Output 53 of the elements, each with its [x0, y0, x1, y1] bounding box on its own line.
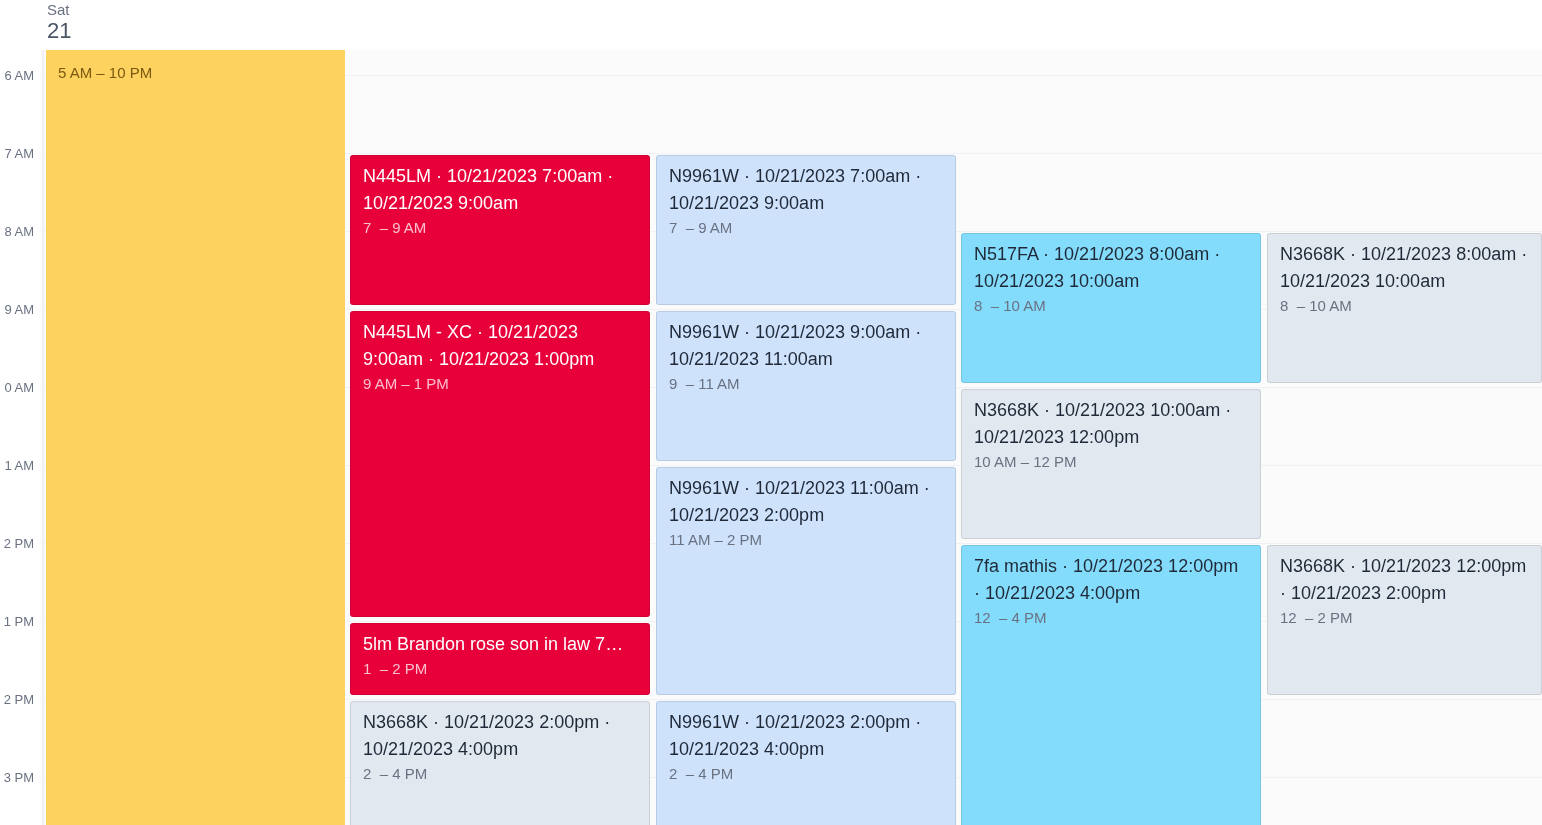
event-title: N9961W · 10/21/2023 9:00am · 10/21/2023 11:00am [669, 321, 923, 371]
event-card[interactable]: N3668K · 10/21/2023 12:00pm · 10/21/2023 2:00pm 12 – 2 PM [1267, 545, 1542, 695]
event-time: 9 AM – 1 PM [363, 374, 450, 394]
hour-label: 9 AM [4, 302, 34, 318]
event-card[interactable]: N445LM · 10/21/2023 7:00am · 10/21/2023 9:00am 7 – 9 AM [350, 155, 650, 305]
day-number: 21 [47, 18, 72, 44]
event-card[interactable]: N445LM - XC · 10/21/2023 9:00am · 10/21/2023 1:00pm 9 AM – 1 PM [350, 311, 650, 617]
event-title: 5lm Brandon rose son in law 7… [363, 633, 625, 656]
event-time: 5 AM – 10 PM [58, 63, 154, 83]
event-time: 7 – 9 AM [669, 218, 734, 238]
event-card[interactable]: N3668K · 10/21/2023 8:00am · 10/21/2023 10:00am 8 – 10 AM [1267, 233, 1542, 383]
event-title: N3668K · 10/21/2023 12:00pm · 10/21/2023 2:00pm [1280, 555, 1528, 605]
event-time: 8 – 10 AM [1280, 296, 1353, 316]
event-time: 1 – 2 PM [363, 659, 429, 679]
hour-label: 0 AM [4, 380, 34, 396]
event-title: 7fa mathis · 10/21/2023 12:00pm · 10/21/2023 4:00pm [974, 555, 1240, 605]
hour-label: 3 PM [3, 770, 34, 786]
event-time: 12 – 4 PM [974, 608, 1048, 628]
event-title: N3668K · 10/21/2023 2:00pm · 10/21/2023 4:00pm [363, 711, 612, 761]
event-title: N9961W · 10/21/2023 7:00am · 10/21/2023 9:00am [669, 165, 923, 215]
weekday-label: Sat [47, 0, 70, 20]
event-time: 9 – 11 AM [669, 374, 741, 394]
hour-label: 2 PM [3, 536, 34, 552]
hour-label: 7 AM [4, 146, 34, 162]
hour-label: 6 AM [4, 68, 34, 84]
event-title: N445LM · 10/21/2023 7:00am · 10/21/2023 9:00am [363, 165, 615, 215]
event-card[interactable]: 5 AM – 10 PM [46, 50, 345, 825]
event-card[interactable]: N9961W · 10/21/2023 11:00am · 10/21/2023 2:00pm 11 AM – 2 PM [656, 467, 956, 695]
event-title: N9961W · 10/21/2023 2:00pm · 10/21/2023 4:00pm [669, 711, 923, 761]
event-card[interactable]: 7fa mathis · 10/21/2023 12:00pm · 10/21/2023 4:00pm 12 – 4 PM [961, 545, 1261, 825]
event-time: 12 – 2 PM [1280, 608, 1354, 628]
event-title: N3668K · 10/21/2023 8:00am · 10/21/2023 10:00am [1280, 243, 1529, 293]
event-title: N3668K · 10/21/2023 10:00am · 10/21/2023 12:00pm [974, 399, 1233, 449]
event-card[interactable]: N3668K · 10/21/2023 10:00am · 10/21/2023 12:00pm 10 AM – 12 PM [961, 389, 1261, 539]
event-time: 11 AM – 2 PM [669, 530, 764, 550]
event-card[interactable]: N9961W · 10/21/2023 7:00am · 10/21/2023 9:00am 7 – 9 AM [656, 155, 956, 305]
event-time: 7 – 9 AM [363, 218, 428, 238]
event-time: 2 – 4 PM [363, 764, 429, 784]
event-title: N517FA · 10/21/2023 8:00am · 10/21/2023 10:00am [974, 243, 1222, 293]
event-time: 8 – 10 AM [974, 296, 1047, 316]
event-time: 2 – 4 PM [669, 764, 735, 784]
event-card[interactable]: N9961W · 10/21/2023 2:00pm · 10/21/2023 4:00pm 2 – 4 PM [656, 701, 956, 825]
hour-label: 8 AM [4, 224, 34, 240]
event-card[interactable]: N3668K · 10/21/2023 2:00pm · 10/21/2023 4:00pm 2 – 4 PM [350, 701, 650, 825]
event-card[interactable]: N517FA · 10/21/2023 8:00am · 10/21/2023 10:00am 8 – 10 AM [961, 233, 1261, 383]
hour-label: 1 PM [3, 614, 34, 630]
event-card[interactable]: N9961W · 10/21/2023 9:00am · 10/21/2023 11:00am 9 – 11 AM [656, 311, 956, 461]
hour-label: 2 PM [3, 692, 34, 708]
event-title: N445LM - XC · 10/21/2023 9:00am · 10/21/2023 1:00pm [363, 321, 596, 371]
event-title: N9961W · 10/21/2023 11:00am · 10/21/2023 2:00pm [669, 477, 931, 527]
event-time: 10 AM – 12 PM [974, 452, 1078, 472]
hour-label: 1 AM [4, 458, 34, 474]
event-card[interactable]: 5lm Brandon rose son in law 7… 1 – 2 PM [350, 623, 650, 695]
